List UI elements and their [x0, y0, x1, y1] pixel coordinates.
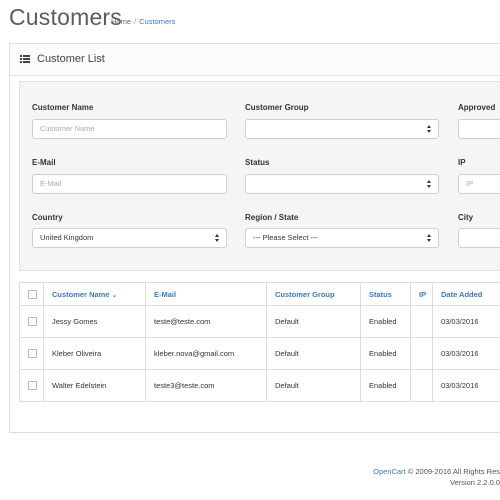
cell-status: Enabled	[360, 369, 411, 402]
opencart-link[interactable]: OpenCart	[373, 467, 406, 476]
filter-form: Customer Name Customer Name Customer Gro…	[19, 81, 500, 271]
cell-ip	[410, 305, 433, 338]
customer-name-input[interactable]: Customer Name	[32, 119, 227, 139]
table-row: Jessy Gomes teste@teste.com Default Enab…	[19, 305, 500, 338]
cell-ip	[410, 337, 433, 370]
customer-table: Customer Name ⌄ E-Mail Customer Group Sta…	[19, 282, 500, 402]
column-email[interactable]: E-Mail	[145, 282, 267, 306]
select-all-checkbox[interactable]	[28, 289, 37, 299]
cell-status: Enabled	[360, 337, 411, 370]
footer: OpenCart © 2009-2016 All Rights Res Vers…	[373, 466, 500, 488]
column-label: Customer Name	[52, 289, 110, 299]
cell-customer-group: Default	[266, 305, 361, 338]
panel-heading: Customer List	[10, 44, 500, 76]
column-status[interactable]: Status	[360, 282, 411, 306]
cell-customer-group: Default	[266, 337, 361, 370]
copyright-text: © 2009-2016 All Rights Res	[405, 467, 500, 476]
email-input[interactable]: E-Mail	[32, 174, 227, 194]
status-label: Status	[245, 158, 270, 167]
cell-email: kleber.nova@gmail.com	[145, 337, 267, 370]
page-title: Customers	[9, 4, 122, 30]
cell-customer-name: Jessy Gomes	[43, 305, 146, 338]
customer-group-label: Customer Group	[245, 103, 309, 112]
country-label: Country	[32, 213, 63, 222]
approved-select[interactable]	[458, 119, 500, 139]
table-row: Walter Edelstein teste3@teste.com Defaul…	[19, 369, 500, 402]
breadcrumb-customers-link[interactable]: Customers	[139, 17, 175, 26]
customer-name-label: Customer Name	[32, 103, 94, 112]
cell-email: teste3@teste.com	[145, 369, 267, 402]
column-customer-group[interactable]: Customer Group	[266, 282, 361, 306]
row-select-cell	[19, 305, 44, 338]
cell-date-added: 03/03/2016	[432, 337, 500, 370]
row-checkbox[interactable]	[28, 349, 37, 359]
customer-list-panel: Customer List Customer Name Customer Nam…	[9, 43, 500, 433]
table-row: Kleber Oliveira kleber.nova@gmail.com De…	[19, 337, 500, 370]
city-input[interactable]	[458, 228, 500, 248]
column-ip[interactable]: IP	[410, 282, 433, 306]
cell-customer-group: Default	[266, 369, 361, 402]
ip-input[interactable]: IP	[458, 174, 500, 194]
row-select-cell	[19, 369, 44, 402]
ip-label: IP	[458, 158, 466, 167]
row-checkbox[interactable]	[28, 317, 37, 327]
table-header-row: Customer Name ⌄ E-Mail Customer Group Sta…	[19, 282, 500, 306]
cell-ip	[410, 369, 433, 402]
column-customer-name[interactable]: Customer Name ⌄	[43, 282, 146, 306]
region-select[interactable]: --- Please Select ---	[245, 228, 439, 248]
cell-email: teste@teste.com	[145, 305, 267, 338]
version-text: Version 2.2.0.0	[449, 478, 500, 487]
cell-status: Enabled	[360, 305, 411, 338]
breadcrumb-separator: /	[134, 17, 137, 26]
panel-title: Customer List	[37, 53, 105, 65]
status-select[interactable]	[245, 174, 439, 194]
customer-group-select[interactable]	[245, 119, 439, 139]
cell-date-added: 03/03/2016	[432, 305, 500, 338]
list-icon	[20, 55, 30, 63]
breadcrumb-home-link[interactable]: Home	[111, 17, 131, 26]
row-select-cell	[19, 337, 44, 370]
cell-customer-name: Kleber Oliveira	[43, 337, 146, 370]
select-all-cell	[19, 282, 44, 306]
breadcrumb: Home / Customers	[111, 17, 175, 26]
column-date-added[interactable]: Date Added	[432, 282, 500, 306]
email-label: E-Mail	[32, 158, 56, 167]
chevron-down-icon: ⌄	[111, 291, 118, 299]
cell-date-added: 03/03/2016	[432, 369, 500, 402]
country-select[interactable]: United Kingdom	[32, 228, 227, 248]
copyright-line: OpenCart © 2009-2016 All Rights Res	[373, 466, 500, 477]
row-checkbox[interactable]	[28, 381, 37, 391]
cell-customer-name: Walter Edelstein	[43, 369, 146, 402]
approved-label: Approved	[458, 103, 496, 112]
city-label: City	[458, 213, 474, 222]
region-label: Region / State	[245, 213, 299, 222]
